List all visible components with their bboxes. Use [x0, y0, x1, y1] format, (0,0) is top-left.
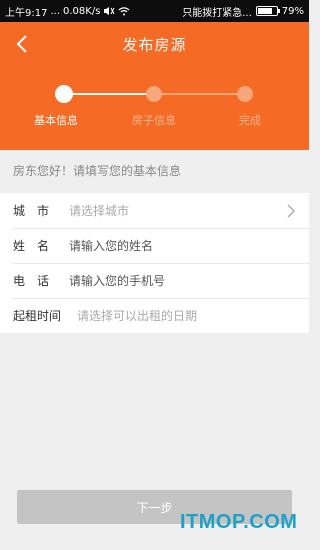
step-connector	[66, 93, 146, 95]
phone-row: 电 话	[0, 263, 309, 298]
battery-percent: 79%	[281, 5, 304, 17]
name-row: 姓 名	[0, 228, 309, 263]
city-label: 城 市	[13, 204, 50, 218]
step-label-done: 完成	[239, 114, 261, 127]
status-carrier: 只能拨打紧急...	[182, 7, 252, 19]
phone-label: 电 话	[13, 274, 50, 288]
battery-icon	[255, 6, 280, 16]
header: 发布房源 基本信息 房子信息 完成	[0, 22, 309, 150]
watermark: ITMOP.COM	[180, 511, 298, 533]
name-label: 姓 名	[13, 239, 50, 253]
chevron-right-icon	[287, 203, 295, 222]
status-speed: 0.08K/s	[63, 5, 101, 17]
start-date-label: 起租时间	[13, 309, 62, 323]
step-label-house: 房子信息	[132, 114, 176, 127]
start-date-row[interactable]: 起租时间	[0, 298, 309, 333]
step-dot-1	[55, 85, 73, 103]
step-dot-3	[237, 86, 253, 102]
phone-input[interactable]	[69, 271, 289, 291]
wifi-icon	[118, 6, 130, 16]
page-title: 发布房源	[122, 36, 187, 54]
status-time: 上午9:17	[5, 7, 48, 19]
mute-icon	[103, 6, 115, 16]
basic-info-form: 城 市 姓 名 电 话 起租时间	[0, 193, 309, 333]
name-input[interactable]	[69, 236, 289, 256]
city-select[interactable]	[69, 201, 269, 221]
city-row[interactable]: 城 市	[0, 193, 309, 228]
step-label-basic: 基本信息	[34, 114, 78, 127]
status-dots: ...	[50, 5, 61, 17]
start-date-select[interactable]	[77, 306, 297, 326]
progress-steps: 基本信息 房子信息 完成	[0, 84, 309, 134]
step-dot-2	[146, 86, 162, 102]
form-hint: 房东您好！请填写您的基本信息	[13, 164, 182, 178]
step-connector	[160, 93, 238, 95]
status-bar: 上午9:17 ... 0.08K/s 只能拨打紧急... 79%	[0, 0, 309, 22]
